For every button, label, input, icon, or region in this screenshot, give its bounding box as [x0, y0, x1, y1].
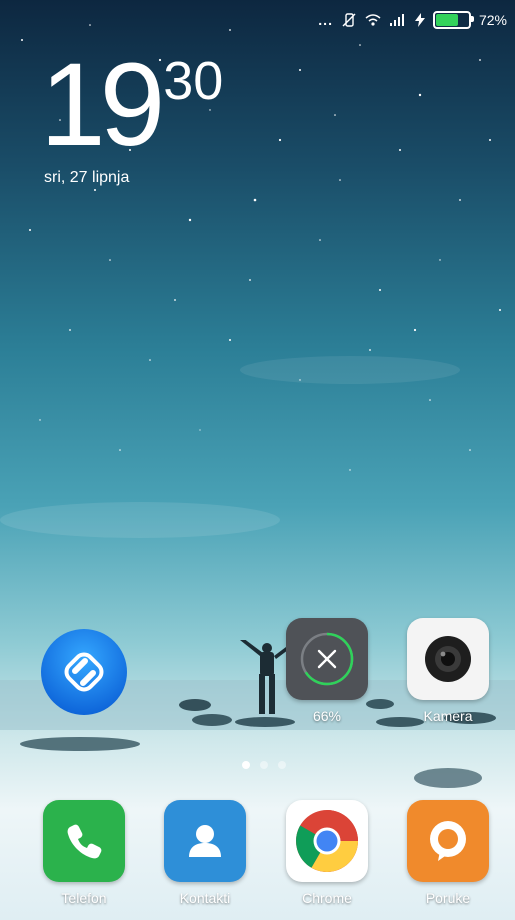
battery-fill: [435, 14, 458, 26]
app-telefon[interactable]: Telefon: [34, 800, 134, 906]
page-dot[interactable]: [242, 761, 250, 769]
app-chrome[interactable]: Chrome: [277, 800, 377, 906]
vibrate-icon: [342, 13, 356, 27]
phone-icon: [67, 824, 102, 859]
message-tile: [407, 800, 489, 882]
camera-icon: [425, 636, 471, 682]
contact-icon: [189, 825, 221, 857]
signal-icon: [389, 14, 404, 26]
page-indicator: [242, 761, 286, 769]
app-poruke[interactable]: Poruke: [398, 800, 498, 906]
app-label: Kontakti: [179, 890, 231, 906]
page-dot[interactable]: [278, 761, 286, 769]
dots-icon: ...: [318, 12, 333, 28]
status-bar: ... 72%: [318, 8, 507, 32]
date-label: sri, 27 lipnja: [44, 169, 130, 186]
cleaner-tile: [286, 618, 368, 700]
clock-minutes: 30: [163, 51, 224, 111]
app-cleaner[interactable]: 66%: [277, 618, 377, 724]
camera-tile: [407, 618, 489, 700]
page-dot[interactable]: [260, 761, 268, 769]
battery-percent: 72%: [478, 12, 507, 28]
clock-hours: 19: [40, 39, 165, 171]
chrome-tile: [286, 800, 368, 882]
app-kontakti[interactable]: Kontakti: [155, 800, 255, 906]
contact-tile: [164, 800, 246, 882]
battery-icon: [432, 11, 474, 29]
app-camera[interactable]: Kamera: [398, 618, 498, 724]
message-icon: [430, 821, 466, 861]
app-label: Telefon: [61, 890, 107, 906]
app-label: Kamera: [423, 708, 473, 724]
chrome-icon: [296, 810, 358, 872]
phone-tile: [43, 800, 125, 882]
cleaner-percent: 66%: [312, 708, 342, 724]
app-label: Poruke: [425, 890, 471, 906]
home-screen: ... 72% 19 30 sri, 27 lipnja 66% Kamera …: [0, 0, 515, 920]
charging-icon: [414, 13, 425, 27]
clock-widget[interactable]: 19 30: [40, 46, 223, 164]
app-shazam[interactable]: [34, 627, 134, 717]
shazam-icon: [41, 629, 127, 715]
wifi-icon: [365, 14, 381, 26]
close-icon: [300, 632, 354, 686]
app-label: Chrome: [302, 890, 352, 906]
